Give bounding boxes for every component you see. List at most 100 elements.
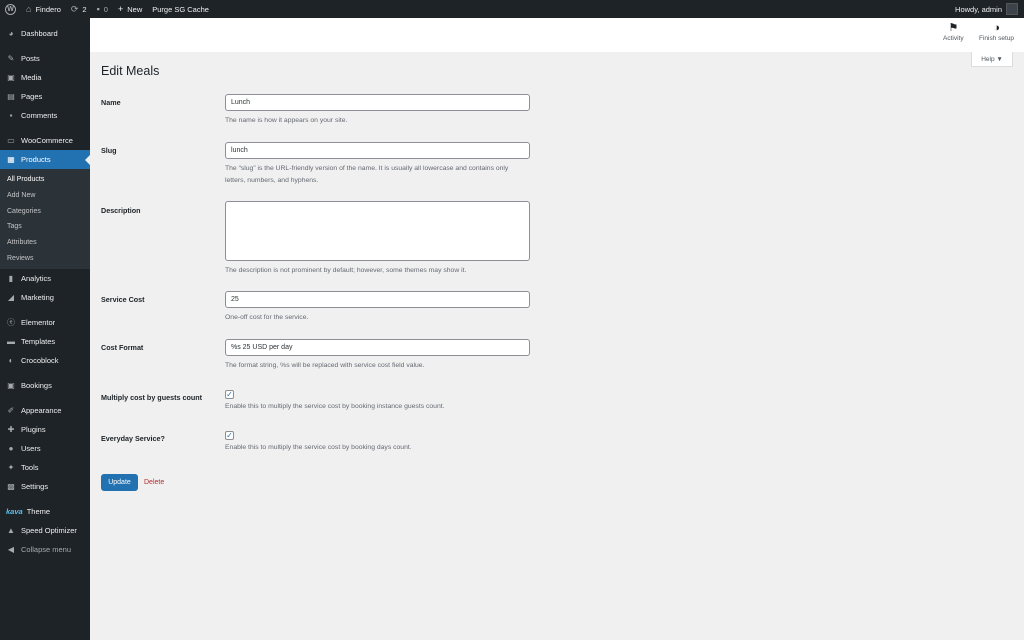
users-icon: ●	[8, 444, 14, 454]
menu-label: Speed Optimizer	[21, 526, 77, 536]
menu-templates[interactable]: ▬ Templates	[0, 332, 90, 351]
slug-input[interactable]: lunch	[225, 142, 530, 159]
updates-count: 2	[82, 4, 87, 14]
multiply-guests-label: Multiply cost by guests count	[101, 393, 203, 402]
menu-elementor[interactable]: ⓔ Elementor	[0, 313, 90, 332]
comments-link[interactable]: ▪ 0	[92, 0, 113, 18]
everyday-help: Enable this to multiply the service cost…	[225, 444, 412, 451]
new-content-link[interactable]: + New	[113, 0, 147, 18]
menu-dashboard[interactable]: ◕ Dashboard	[0, 24, 90, 43]
menu-posts[interactable]: ✎ Posts	[0, 49, 90, 68]
delete-link[interactable]: Delete	[144, 479, 164, 486]
menu-label: Marketing	[21, 293, 54, 303]
checkmark-icon: ✓	[226, 389, 233, 399]
wp-logo-menu[interactable]: W	[0, 0, 21, 18]
menu-label: Dashboard	[21, 29, 58, 38]
multiply-guests-help: Enable this to multiply the service cost…	[225, 403, 445, 410]
menu-label: Posts	[21, 54, 40, 63]
name-label: Name	[101, 98, 121, 107]
submenu-add-new[interactable]: Add New	[0, 188, 90, 204]
submenu-attributes[interactable]: Attributes	[0, 235, 90, 251]
howdy-text: Howdy, admin	[955, 4, 1002, 14]
slug-label: Slug	[101, 146, 117, 155]
menu-pages[interactable]: ▤ Pages	[0, 87, 90, 106]
archive-icon: ▦	[7, 155, 15, 164]
menu-label: Templates	[21, 337, 56, 347]
menu-products[interactable]: ▦ Products	[0, 150, 90, 169]
menu-label: Collapse menu	[21, 545, 72, 555]
site-name-link[interactable]: ⌂ Findero	[21, 0, 66, 18]
my-account-menu[interactable]: Howdy, admin	[955, 3, 1024, 15]
cost-format-help: The format string, %s will be replaced w…	[225, 362, 425, 369]
service-cost-help: One-off cost for the service.	[225, 314, 309, 321]
menu-theme[interactable]: kava Theme	[0, 502, 90, 521]
cost-format-input[interactable]: %s 25 USD per day	[225, 339, 530, 356]
purge-cache-link[interactable]: Purge SG Cache	[147, 0, 214, 18]
menu-woocommerce[interactable]: ▭ WooCommerce	[0, 131, 90, 150]
site-name: Findero	[35, 4, 61, 14]
menu-label: Media	[21, 73, 42, 82]
menu-settings[interactable]: ▩ Settings	[0, 477, 90, 496]
finish-setup-button[interactable]: ◑ Finish setup	[979, 22, 1014, 42]
description-textarea[interactable]	[225, 201, 530, 261]
menu-appearance[interactable]: ✐ Appearance	[0, 401, 90, 420]
menu-label: Bookings	[21, 381, 52, 391]
menu-label: Users	[21, 444, 41, 454]
cost-format-label: Cost Format	[101, 343, 144, 352]
menu-speed-optimizer[interactable]: ▲ Speed Optimizer	[0, 521, 90, 540]
multiply-guests-checkbox[interactable]: ✓	[225, 390, 234, 399]
admin-sidebar: ◕ Dashboard ✎ Posts ▣ Media ▤ Pages ▪ Comment…	[0, 18, 90, 640]
submenu-tags[interactable]: Tags	[0, 219, 90, 235]
everyday-checkbox[interactable]: ✓	[225, 431, 234, 440]
woocommerce-icon: ▭	[7, 136, 15, 145]
menu-marketing[interactable]: ◢ Marketing	[0, 288, 90, 307]
collapse-icon: ◀	[7, 545, 15, 555]
crocoblock-icon: ◐	[8, 356, 14, 366]
update-button[interactable]: Update	[101, 474, 138, 491]
description-help: The description is not prominent by defa…	[225, 267, 467, 274]
activity-button[interactable]: ⚑ Activity	[943, 22, 964, 42]
menu-label: WooCommerce	[21, 136, 73, 145]
wrench-icon: ✦	[7, 463, 15, 473]
brush-icon: ✐	[7, 406, 15, 416]
checkmark-icon: ✓	[226, 430, 233, 440]
menu-bookings[interactable]: ▣ Bookings	[0, 376, 90, 395]
name-input[interactable]: Lunch	[225, 94, 530, 111]
menu-label: Tools	[21, 463, 39, 473]
plus-icon: +	[117, 3, 124, 14]
admin-bar: W ⌂ Findero ⟳ 2 ▪ 0 + New Purge SG Cache…	[0, 0, 1024, 18]
menu-media[interactable]: ▣ Media	[0, 68, 90, 87]
name-help: The name is how it appears on your site.	[225, 117, 348, 124]
updates-link[interactable]: ⟳ 2	[66, 0, 92, 18]
submenu-all-products[interactable]: All Products	[0, 172, 90, 188]
menu-users[interactable]: ● Users	[0, 439, 90, 458]
submenu-categories[interactable]: Categories	[0, 203, 90, 219]
updates-icon: ⟳	[70, 3, 79, 14]
submenu-reviews[interactable]: Reviews	[0, 250, 90, 266]
menu-plugins[interactable]: ✚ Plugins	[0, 420, 90, 439]
menu-crocoblock[interactable]: ◐ Crocoblock	[0, 351, 90, 370]
page-title: Edit Meals	[101, 64, 160, 78]
menu-label: Products	[21, 155, 51, 164]
menu-label: Elementor	[21, 318, 56, 328]
help-tab[interactable]: Help ▼	[971, 52, 1013, 67]
collapse-menu-button[interactable]: ◀ Collapse menu	[0, 540, 90, 559]
dashboard-icon: ◕	[8, 29, 14, 38]
products-submenu: All Products Add New Categories Tags Att…	[0, 169, 90, 270]
finish-setup-label: Finish setup	[979, 35, 1015, 42]
settings-icon: ▩	[7, 482, 15, 492]
menu-comments[interactable]: ▪ Comments	[0, 106, 90, 125]
comment-icon: ▪	[96, 3, 100, 14]
menu-tools[interactable]: ✦ Tools	[0, 458, 90, 477]
avatar	[1006, 3, 1018, 15]
elementor-icon: ⓔ	[7, 318, 15, 328]
chart-bar-icon: ▮	[8, 274, 14, 284]
flag-icon: ⚑	[948, 22, 959, 34]
service-cost-label: Service Cost	[101, 295, 145, 304]
menu-analytics[interactable]: ▮ Analytics	[0, 269, 90, 288]
speed-optimizer-icon: ▲	[7, 526, 15, 536]
comment-icon: ▪	[9, 111, 13, 120]
half-circle-icon: ◑	[993, 22, 1000, 34]
service-cost-input[interactable]: 25	[225, 291, 530, 308]
menu-label: Pages	[21, 92, 43, 101]
